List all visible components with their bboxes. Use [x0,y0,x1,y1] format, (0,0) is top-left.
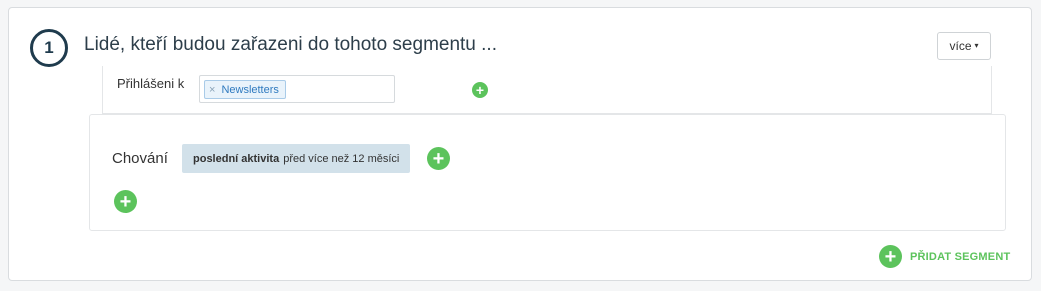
add-segment-plus-icon: + [879,245,902,268]
tag-chip-label: Newsletters [221,83,279,96]
add-segment-button[interactable]: + PŘIDAT SEGMENT [879,245,1010,268]
subscription-panel: Přihlášeni k × Newsletters + [102,66,992,114]
segment-title: Lidé, kteří budou zařazeni do tohoto seg… [84,34,497,55]
more-dropdown-button[interactable]: více ▾ [937,32,991,60]
add-condition-plus-icon[interactable]: + [427,147,450,170]
behavior-condition-pill[interactable]: poslední aktivita před více než 12 měsíc… [182,144,411,173]
list-tag-input[interactable]: × Newsletters + [199,75,488,103]
caret-down-icon: ▾ [974,41,979,50]
behavior-label: Chování [112,150,168,167]
add-segment-label: PŘIDAT SEGMENT [910,250,1011,263]
add-list-plus-icon[interactable]: + [472,82,488,98]
behavior-panel: Chování poslední aktivita před více než … [89,114,1006,231]
tag-chip-newsletters: × Newsletters [204,80,286,99]
segment-card: 1 Lidé, kteří budou zařazeni do tohoto s… [8,7,1032,281]
add-behavior-plus-icon[interactable]: + [114,190,137,213]
condition-name: poslední aktivita [193,152,280,165]
more-button-label: více [949,39,972,53]
remove-tag-icon[interactable]: × [209,84,215,96]
condition-value: před více než 12 měsíci [283,152,400,165]
subscription-label: Přihlášeni k [117,76,185,91]
step-number-badge: 1 [30,29,68,67]
